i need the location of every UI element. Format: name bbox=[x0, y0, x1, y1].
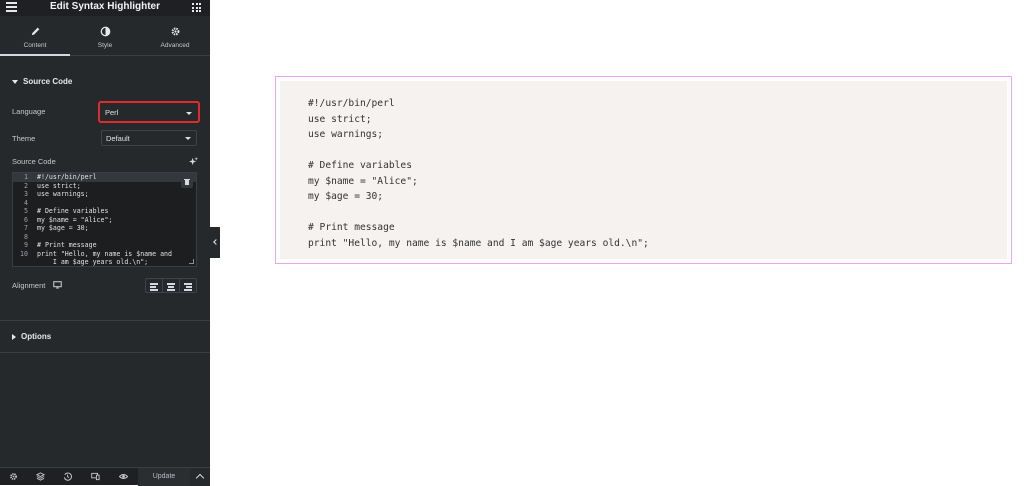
panel-footer: Update bbox=[0, 467, 210, 486]
section-options-title: Options bbox=[21, 332, 52, 341]
editor-line[interactable]: 5 # Define variables bbox=[13, 207, 196, 216]
section-divider bbox=[0, 352, 210, 353]
language-label: Language bbox=[12, 107, 46, 116]
caret-down-icon bbox=[12, 79, 18, 84]
line-number: 2 bbox=[24, 181, 28, 190]
editor-line[interactable]: 7 my $age = 30; bbox=[13, 224, 196, 233]
desktop-icon[interactable] bbox=[53, 281, 63, 289]
line-text: I am $age years old.\n"; bbox=[37, 258, 149, 266]
language-select[interactable]: Perl bbox=[98, 101, 200, 123]
line-number: 7 bbox=[24, 224, 28, 232]
code-line: use strict; bbox=[308, 113, 372, 125]
trash-icon[interactable] bbox=[181, 176, 193, 188]
line-text: use strict; bbox=[37, 181, 81, 190]
settings-gear-icon[interactable] bbox=[9, 472, 18, 481]
tab-advanced-label: Advanced bbox=[160, 42, 190, 49]
code-line: # Print message bbox=[308, 222, 395, 233]
editor-line[interactable]: 9 # Print message bbox=[13, 241, 196, 250]
align-left-button[interactable] bbox=[146, 279, 163, 292]
eye-icon[interactable] bbox=[119, 472, 128, 481]
panel-header: Edit Syntax Highlighter bbox=[0, 0, 210, 16]
ai-sparkle-icon[interactable] bbox=[189, 157, 198, 166]
line-number: 6 bbox=[24, 215, 28, 224]
gear-icon bbox=[171, 27, 179, 36]
code-line: my $age = 30; bbox=[308, 191, 384, 202]
caret-right-icon bbox=[12, 333, 16, 340]
tab-content[interactable]: Content bbox=[0, 16, 70, 56]
editor-line[interactable]: 10 print "Hello, my name is $name and bbox=[13, 250, 196, 259]
code-line: my $name = "Alice"; bbox=[308, 175, 418, 187]
editor-panel: Edit Syntax Highlighter Content Style Ad… bbox=[0, 0, 210, 486]
pencil-icon bbox=[31, 27, 39, 36]
line-text: print "Hello, my name is $name and bbox=[37, 249, 172, 258]
line-number: 5 bbox=[24, 207, 28, 215]
dropdown-arrow-icon bbox=[186, 112, 192, 115]
resize-handle[interactable] bbox=[189, 259, 194, 264]
theme-select[interactable]: Default bbox=[101, 130, 197, 146]
syntax-highlighter-widget[interactable]: #!/usr/bin/perl use strict; use warnings; #… bbox=[275, 76, 1012, 264]
panel-tabs: Content Style Advanced bbox=[0, 16, 210, 56]
align-right-button[interactable] bbox=[180, 279, 196, 292]
tab-content-label: Content bbox=[23, 42, 47, 49]
theme-select-value: Default bbox=[106, 134, 130, 143]
line-number: 9 bbox=[24, 241, 28, 249]
line-number: 10 bbox=[20, 249, 28, 258]
align-center-button[interactable] bbox=[163, 279, 180, 292]
highlighted-code-block: #!/usr/bin/perl use strict; use warnings; #… bbox=[280, 81, 1007, 259]
alignment-label: Alignment bbox=[12, 281, 63, 290]
theme-label: Theme bbox=[12, 134, 36, 143]
line-text: # Define variables bbox=[37, 207, 109, 215]
source-code-editor[interactable]: 1 #!/usr/bin/perl 2 use strict; 3 use warning… bbox=[12, 172, 197, 267]
chevron-up-icon[interactable] bbox=[190, 468, 210, 486]
responsive-mode-icon[interactable] bbox=[91, 472, 100, 481]
line-text: #!/usr/bin/perl bbox=[37, 173, 97, 181]
line-text: # Print message bbox=[37, 241, 97, 249]
editor-lines: 1 #!/usr/bin/perl 2 use strict; 3 use warning… bbox=[13, 173, 196, 266]
editor-line[interactable]: I am $age years old.\n"; bbox=[13, 258, 196, 266]
alignment-label-text: Alignment bbox=[12, 281, 46, 290]
editor-line[interactable]: 8 bbox=[13, 233, 196, 242]
line-text: my $name = "Alice"; bbox=[37, 215, 113, 224]
line-text: my $age = 30; bbox=[37, 224, 89, 232]
editor-line[interactable]: 4 bbox=[13, 199, 196, 208]
layers-icon[interactable] bbox=[36, 472, 45, 481]
line-number: 8 bbox=[24, 232, 28, 241]
language-select-value: Perl bbox=[105, 108, 119, 117]
section-options-toggle[interactable]: Options bbox=[12, 332, 51, 341]
section-source-code-title: Source Code bbox=[23, 77, 73, 86]
section-source-code-toggle[interactable]: Source Code bbox=[12, 77, 72, 86]
half-circle-icon bbox=[100, 26, 110, 37]
editor-line[interactable]: 1 #!/usr/bin/perl bbox=[13, 173, 196, 182]
line-number: 1 bbox=[24, 173, 28, 181]
tab-style[interactable]: Style bbox=[70, 16, 140, 55]
code-line: print "Hello, my name is $name and I am … bbox=[308, 237, 649, 249]
collapse-panel-toggle[interactable] bbox=[210, 227, 220, 258]
editor-line[interactable]: 6 my $name = "Alice"; bbox=[13, 216, 196, 225]
update-button[interactable]: Update bbox=[138, 468, 190, 486]
editor-line[interactable]: 3 use warnings; bbox=[13, 190, 196, 199]
history-icon[interactable] bbox=[63, 472, 72, 481]
panel-title: Edit Syntax Highlighter bbox=[49, 1, 160, 12]
line-number: 3 bbox=[24, 190, 28, 198]
line-number: 4 bbox=[24, 198, 28, 207]
line-text: use warnings; bbox=[37, 190, 89, 198]
code-line: # Define variables bbox=[308, 160, 412, 171]
tab-advanced[interactable]: Advanced bbox=[140, 16, 210, 55]
alignment-buttons bbox=[145, 278, 197, 293]
tab-style-label: Style bbox=[97, 42, 113, 49]
editor-line[interactable]: 2 use strict; bbox=[13, 182, 196, 191]
dropdown-arrow-icon bbox=[185, 137, 191, 140]
widgets-grid-icon[interactable] bbox=[192, 3, 201, 12]
code-line: use warnings; bbox=[308, 129, 384, 140]
section-divider bbox=[0, 320, 210, 321]
source-code-label: Source Code bbox=[12, 157, 56, 166]
code-line: #!/usr/bin/perl bbox=[308, 98, 395, 109]
